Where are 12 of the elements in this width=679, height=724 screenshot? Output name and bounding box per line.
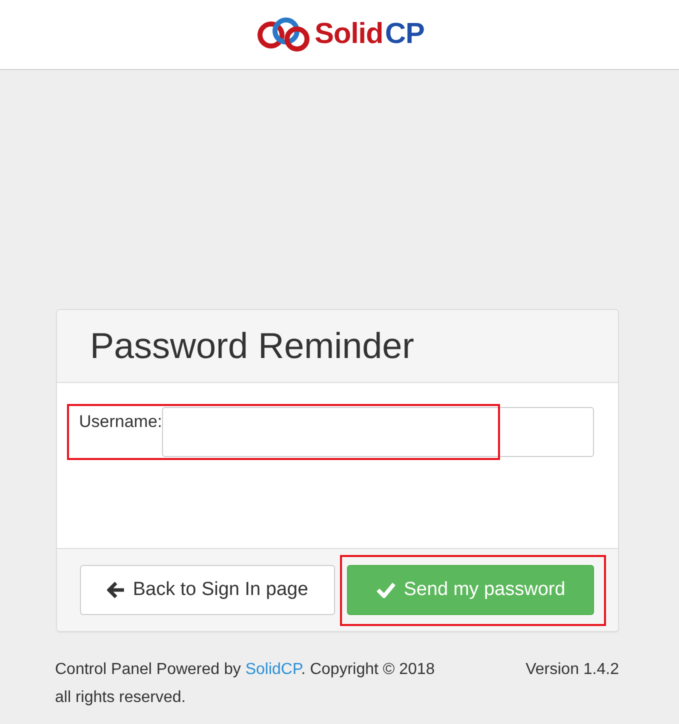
logo-text: CP: [385, 18, 424, 51]
checkmark-icon: [376, 582, 396, 598]
back-button[interactable]: Back to Sign In page: [80, 565, 335, 615]
solidcp-link[interactable]: SolidCP: [245, 661, 302, 678]
send-password-button[interactable]: Send my password: [347, 565, 594, 615]
username-field[interactable]: [162, 407, 594, 457]
version-text: Version 1.4.2: [526, 660, 619, 680]
logo-text: Solid: [314, 18, 384, 51]
arrow-left-icon: [106, 581, 125, 599]
username-label: Username:: [79, 411, 162, 432]
panel-title: Password Reminder: [90, 325, 414, 367]
copyright-text: Control Panel Powered by SolidCP. Copyright © 2018 all rights reserved.: [55, 660, 435, 708]
